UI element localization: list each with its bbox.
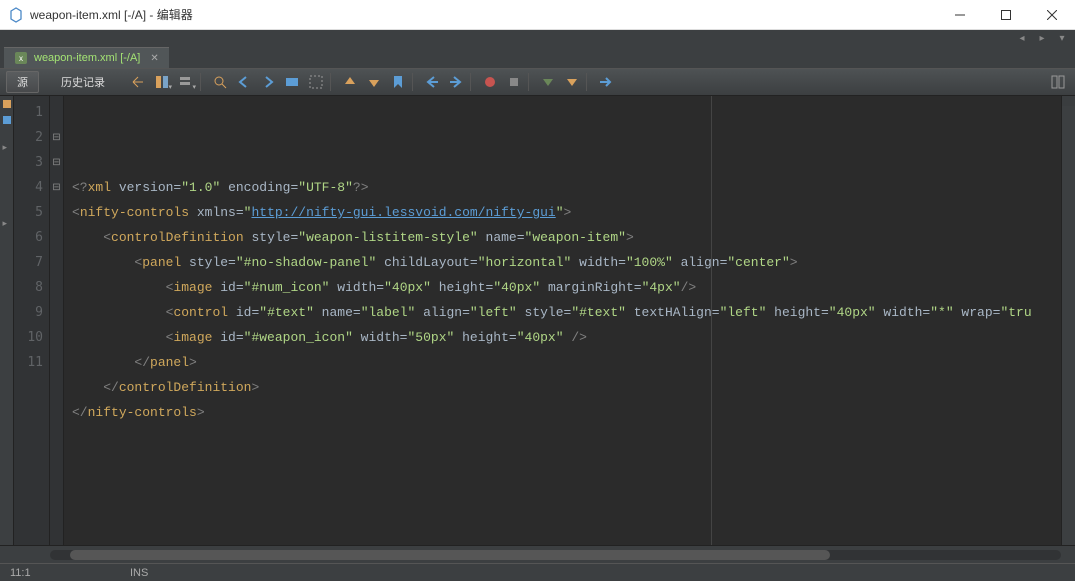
tab-weapon-item[interactable]: x weapon-item.xml [-/A] ✕ xyxy=(4,47,169,68)
line-number: 11 xyxy=(14,350,43,375)
code-editor[interactable]: <?xml version="1.0" encoding="UTF-8"?><n… xyxy=(64,96,1061,545)
code-line[interactable]: <nifty-controls xmlns="http://nifty-gui.… xyxy=(72,200,1061,225)
code-line[interactable]: </panel> xyxy=(72,350,1061,375)
fold-toggle-icon xyxy=(50,350,63,375)
history-button[interactable]: 历史记录 xyxy=(51,72,115,92)
window-titlebar: weapon-item.xml [-/A] - 编辑器 xyxy=(0,0,1075,30)
minimize-button[interactable] xyxy=(937,0,983,30)
mini-toolbar: ◂ ▸ ▾ xyxy=(0,30,1075,46)
fold-toggle-icon xyxy=(50,225,63,250)
scroll-right-icon[interactable]: ▸ xyxy=(1035,31,1049,45)
line-number: 4 xyxy=(14,175,43,200)
macro-record-icon[interactable] xyxy=(479,71,501,93)
code-line[interactable]: <panel style="#no-shadow-panel" childLay… xyxy=(72,250,1061,275)
left-gutter-rail: ▸ ▸ xyxy=(0,96,14,545)
code-line[interactable]: </controlDefinition> xyxy=(72,375,1061,400)
insert-mode: INS xyxy=(130,567,148,579)
next-bookmark-icon[interactable] xyxy=(363,71,385,93)
line-number: 5 xyxy=(14,200,43,225)
rail-marker-icon xyxy=(3,116,11,124)
app-icon xyxy=(8,7,24,23)
fold-toggle-icon xyxy=(50,275,63,300)
code-line[interactable]: <controlDefinition style="weapon-listite… xyxy=(72,225,1061,250)
shift-left-icon[interactable] xyxy=(421,71,443,93)
dropdown-files-icon[interactable]: ▾ xyxy=(1055,31,1069,45)
code-line[interactable]: <control id="#text" name="label" align="… xyxy=(72,300,1061,325)
editor-toolbar: 源 历史记录 ▾ ▾ xyxy=(0,68,1075,96)
line-numbers: 1234567891011 xyxy=(14,96,50,545)
scroll-left-icon[interactable]: ◂ xyxy=(1015,31,1029,45)
line-number: 7 xyxy=(14,250,43,275)
prev-bookmark-icon[interactable] xyxy=(339,71,361,93)
fold-toggle-icon xyxy=(50,325,63,350)
fold-toggle-icon xyxy=(50,250,63,275)
macro-stop-icon[interactable] xyxy=(503,71,525,93)
status-bar: 11:1 INS xyxy=(0,563,1075,581)
comment-icon[interactable] xyxy=(537,71,559,93)
toggle-bookmark-icon[interactable] xyxy=(387,71,409,93)
fold-toggle-icon[interactable]: ⊟ xyxy=(50,125,63,150)
error-stripe xyxy=(1061,96,1075,545)
fold-toggle-icon[interactable]: ⊟ xyxy=(50,150,63,175)
tab-label: weapon-item.xml [-/A] xyxy=(34,52,140,64)
diff-icon[interactable]: ▾ xyxy=(151,71,173,93)
stripe-square-icon xyxy=(1062,96,1075,106)
toggle-rect-icon[interactable] xyxy=(305,71,327,93)
window-title: weapon-item.xml [-/A] - 编辑器 xyxy=(30,6,937,23)
editor-body: ▸ ▸ 1234567891011 ⊟⊟⊟ <?xml version="1.0… xyxy=(0,96,1075,545)
line-number: 10 xyxy=(14,325,43,350)
validate-icon[interactable] xyxy=(595,71,617,93)
line-number: 8 xyxy=(14,275,43,300)
fold-toggle-icon xyxy=(50,200,63,225)
uncomment-icon[interactable] xyxy=(561,71,583,93)
find-next-icon[interactable] xyxy=(257,71,279,93)
shift-right-icon[interactable] xyxy=(445,71,467,93)
split-icon[interactable] xyxy=(1047,71,1069,93)
tab-close-icon[interactable]: ✕ xyxy=(150,53,158,64)
source-button[interactable]: 源 xyxy=(6,71,39,93)
toggle-highlight-icon[interactable] xyxy=(281,71,303,93)
maximize-button[interactable] xyxy=(983,0,1029,30)
code-line[interactable]: </nifty-controls> xyxy=(72,400,1061,425)
line-number: 9 xyxy=(14,300,43,325)
line-number: 2 xyxy=(14,125,43,150)
rail-chevron-icon[interactable]: ▸ xyxy=(3,142,11,150)
code-line[interactable]: <?xml version="1.0" encoding="UTF-8"?> xyxy=(72,175,1061,200)
fold-toggle-icon xyxy=(50,100,63,125)
stack-icon[interactable]: ▾ xyxy=(175,71,197,93)
horizontal-scrollbar[interactable] xyxy=(0,545,1075,563)
line-number: 1 xyxy=(14,100,43,125)
line-number: 3 xyxy=(14,150,43,175)
scrollbar-thumb[interactable] xyxy=(70,550,830,560)
editor-tabs: x weapon-item.xml [-/A] ✕ xyxy=(0,46,1075,68)
fold-toggle-icon[interactable]: ⊟ xyxy=(50,175,63,200)
close-button[interactable] xyxy=(1029,0,1075,30)
xml-file-icon: x xyxy=(14,51,28,65)
line-number: 6 xyxy=(14,225,43,250)
find-selection-icon[interactable] xyxy=(209,71,231,93)
fold-gutter: ⊟⊟⊟ xyxy=(50,96,64,545)
fold-toggle-icon xyxy=(50,300,63,325)
find-prev-icon[interactable] xyxy=(233,71,255,93)
cursor-position: 11:1 xyxy=(10,567,70,579)
rail-marker-icon xyxy=(3,100,11,108)
rail-chevron-icon[interactable]: ▸ xyxy=(3,218,11,226)
code-line[interactable]: <image id="#num_icon" width="40px" heigh… xyxy=(72,275,1061,300)
right-margin-guide xyxy=(711,96,712,545)
svg-text:x: x xyxy=(19,54,23,63)
code-line[interactable]: <image id="#weapon_icon" width="50px" he… xyxy=(72,325,1061,350)
last-edit-icon[interactable] xyxy=(127,71,149,93)
